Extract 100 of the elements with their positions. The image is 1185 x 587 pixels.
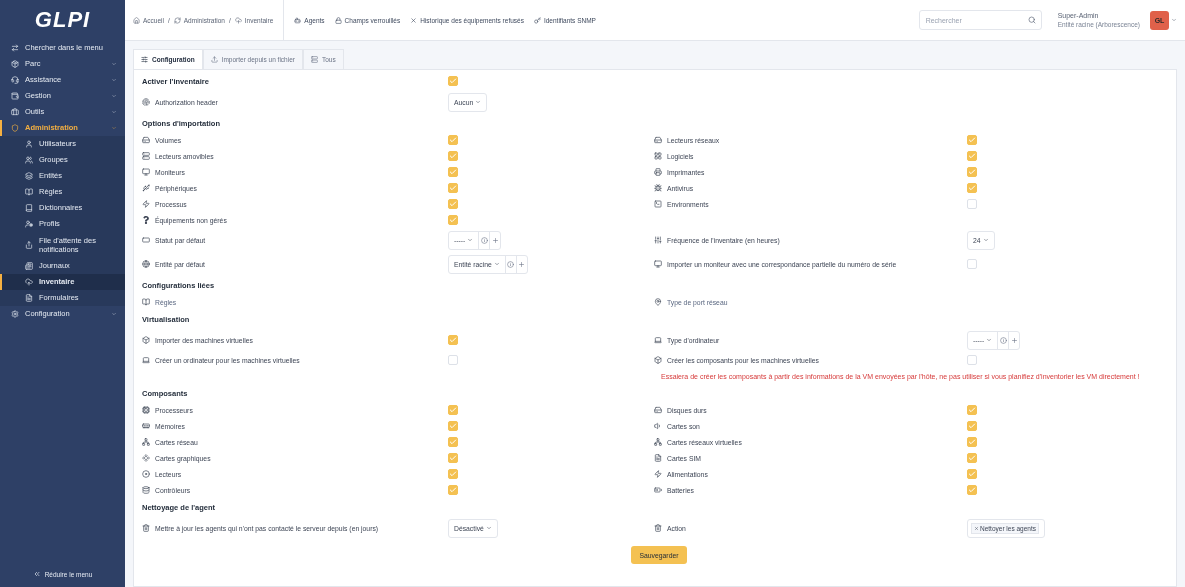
checkbox[interactable]: [967, 135, 977, 145]
laptop-icon: [142, 356, 150, 364]
checkbox[interactable]: [967, 199, 977, 209]
checkbox[interactable]: [967, 167, 977, 177]
pin-icon: [654, 298, 662, 306]
sliders-icon: [654, 236, 662, 244]
battery-icon: [654, 486, 662, 494]
cpu-icon: [142, 406, 150, 414]
box-icon: [10, 60, 19, 68]
briefcase-icon: [10, 108, 19, 116]
remove-icon: [974, 525, 979, 531]
book-icon: [24, 204, 33, 212]
logo[interactable]: GLPI: [0, 0, 125, 40]
checkbox[interactable]: [967, 405, 977, 415]
key-icon: [533, 16, 541, 24]
wallet-icon: [10, 92, 19, 100]
hard-drive-icon: [654, 136, 662, 144]
trash-icon: [142, 524, 150, 532]
checkbox[interactable]: [448, 151, 458, 161]
network-icon: [142, 438, 150, 446]
home-icon: [133, 16, 140, 24]
chevron-icon: [111, 125, 117, 131]
book-icon: [142, 298, 150, 306]
checkbox[interactable]: [967, 183, 977, 193]
component-icon: [142, 454, 150, 462]
users-icon: [24, 156, 33, 164]
chevron-icon: [111, 77, 117, 83]
cloud-icon: [234, 16, 242, 24]
checkbox[interactable]: [448, 76, 458, 86]
upload-icon: [210, 56, 218, 63]
checkbox[interactable]: [448, 167, 458, 177]
monitor-icon: [654, 260, 662, 268]
toggle-icon: [142, 236, 150, 244]
share-icon: [24, 241, 33, 249]
search-icon: [1027, 16, 1036, 24]
question-icon: [142, 216, 150, 224]
check-icon: [449, 77, 457, 85]
checkbox[interactable]: [967, 421, 977, 431]
chevron-icon: [111, 93, 117, 99]
layers-icon: [24, 172, 33, 180]
user-icon: [24, 140, 33, 148]
checkbox[interactable]: [448, 469, 458, 479]
robot-icon: [294, 16, 302, 24]
laptop-icon: [654, 336, 662, 344]
shield-icon: [10, 124, 19, 132]
terminal-icon: [654, 200, 662, 208]
database-icon: [142, 486, 150, 494]
server-icon: [142, 152, 150, 160]
checkbox[interactable]: [967, 437, 977, 447]
checkbox[interactable]: [448, 405, 458, 415]
checkbox[interactable]: [448, 135, 458, 145]
trash-icon: [654, 524, 662, 532]
monitor-icon: [142, 168, 150, 176]
chevron-icon: [111, 109, 117, 115]
gear-icon: [10, 310, 19, 318]
lock-icon: [334, 16, 342, 24]
cloud-icon: [24, 278, 33, 286]
caret-icon: [1171, 17, 1177, 23]
cube-icon: [654, 356, 662, 364]
checkbox[interactable]: [448, 355, 458, 365]
newspaper-icon: [24, 262, 33, 270]
checkbox[interactable]: [448, 199, 458, 209]
fingerprint-icon: [142, 98, 150, 106]
checkbox[interactable]: [967, 259, 977, 269]
checkbox[interactable]: [967, 151, 977, 161]
close-icon: [410, 16, 418, 24]
book-icon: [24, 188, 33, 196]
bug-icon: [654, 184, 662, 192]
sliders-icon: [141, 56, 148, 63]
checkbox[interactable]: [967, 453, 977, 463]
disc-icon: [142, 470, 150, 478]
checkbox[interactable]: [967, 485, 977, 495]
checkbox[interactable]: [448, 215, 458, 225]
network-icon: [654, 438, 662, 446]
checkbox[interactable]: [448, 421, 458, 431]
hard-drive-icon: [654, 406, 662, 414]
usb-icon: [142, 184, 150, 192]
check-icon: [449, 336, 457, 344]
checkbox[interactable]: [448, 485, 458, 495]
checkbox[interactable]: [448, 335, 458, 345]
globe-icon: [142, 260, 150, 268]
bolt-icon: [654, 470, 662, 478]
swap-icon: [10, 44, 19, 52]
sim-card-icon: [654, 454, 662, 462]
refresh-icon: [173, 16, 181, 24]
form-icon: [24, 294, 33, 302]
checkbox[interactable]: [448, 453, 458, 463]
cube-icon: [142, 336, 150, 344]
hard-drive-icon: [142, 136, 150, 144]
checkbox[interactable]: [448, 183, 458, 193]
chevron-icon: [111, 61, 117, 67]
checkbox[interactable]: [967, 469, 977, 479]
checkbox[interactable]: [967, 355, 977, 365]
memory-icon: [142, 422, 150, 430]
caret-icon: [475, 99, 482, 105]
headset-icon: [10, 76, 19, 84]
checkbox[interactable]: [448, 437, 458, 447]
chevrons-left-icon: [32, 570, 41, 578]
caret-icon: [485, 525, 492, 531]
speaker-icon: [654, 422, 662, 430]
